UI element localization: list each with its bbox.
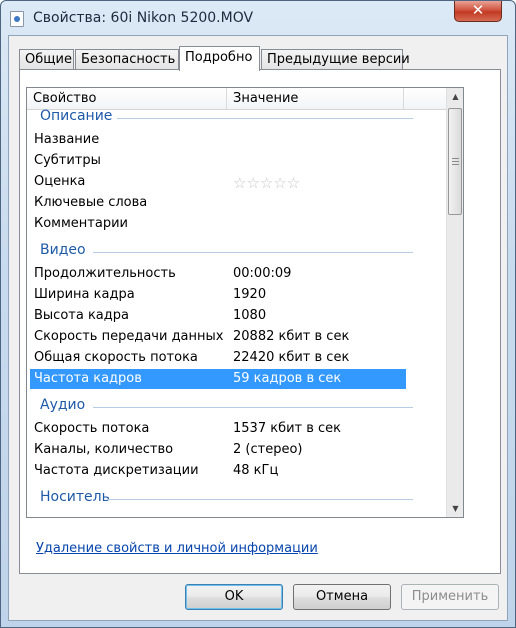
property-name: Скорость потока [34, 421, 150, 436]
column-header-property[interactable]: Свойство [27, 88, 227, 109]
property-value: 1920 [233, 287, 267, 302]
scroll-thumb[interactable] [448, 108, 462, 215]
list-item[interactable]: Ширина кадра 1920 [30, 285, 406, 305]
apply-button[interactable]: Применить [401, 584, 499, 610]
property-name: Оценка [34, 174, 86, 189]
list-item[interactable]: Название [30, 130, 406, 150]
remove-properties-link[interactable]: Удаление свойств и личной информации [36, 541, 318, 556]
list-header: Свойство Значение [27, 88, 446, 110]
property-name: Ключевые слова [34, 195, 148, 210]
grip-line [452, 161, 459, 162]
property-list[interactable]: Свойство Значение Описание Название Субт… [26, 87, 464, 518]
group-header-media: Носитель [40, 489, 110, 505]
list-item[interactable]: Ключевые слова [30, 193, 406, 213]
property-value: 1537 кбит в сек [233, 421, 342, 436]
grip-line [452, 164, 459, 165]
property-name: Комментарии [34, 216, 128, 231]
property-value: 00:00:09 [233, 266, 292, 281]
scroll-up-arrow-icon[interactable]: ▲ [447, 88, 463, 105]
property-name: Частота кадров [34, 371, 142, 386]
tab-security[interactable]: Безопасность [75, 49, 179, 70]
list-item[interactable]: Продолжительность 00:00:09 [30, 264, 406, 284]
tab-previous-versions[interactable]: Предыдущие версии [261, 49, 410, 70]
file-icon [10, 11, 24, 27]
list-item[interactable]: Высота кадра 1080 [30, 306, 406, 326]
list-item-selected[interactable]: Частота кадров 59 кадров в сек [30, 369, 406, 389]
group-divider [93, 252, 413, 253]
group-header-audio: Аудио [40, 397, 86, 413]
close-button[interactable]: ✕ [454, 1, 502, 22]
title-bar[interactable]: Свойства: 60i Nikon 5200.MOV ✕ [1, 1, 515, 35]
scroll-down-arrow-icon[interactable]: ▼ [447, 500, 463, 517]
list-item[interactable]: Общая скорость потока 22420 кбит в сек [30, 348, 406, 368]
dialog-client-area: Общие Безопасность Подробно Предыдущие в… [8, 35, 508, 621]
list-item[interactable]: Каналы, количество 2 (стерео) [30, 440, 406, 460]
property-value: 1080 [233, 308, 267, 323]
window-title: Свойства: 60i Nikon 5200.MOV [33, 10, 254, 26]
rating-stars-icon[interactable]: ☆☆☆☆☆ [233, 173, 300, 193]
group-header-description: Описание [40, 108, 113, 124]
list-item[interactable]: Скорость передачи данных 20882 кбит в се… [30, 327, 406, 347]
grip-line [452, 158, 459, 159]
vertical-scrollbar[interactable]: ▲ ▼ [446, 88, 463, 517]
property-value: 59 кадров в сек [233, 371, 342, 386]
property-name: Скорость передачи данных [34, 329, 224, 344]
property-name: Каналы, количество [34, 442, 174, 457]
ok-button[interactable]: OK [185, 584, 283, 610]
group-divider [117, 118, 413, 119]
property-name: Название [34, 132, 100, 147]
group-header-video: Видео [40, 242, 86, 258]
property-name: Продолжительность [34, 266, 176, 281]
tab-details[interactable]: Подробно [179, 46, 260, 71]
property-name: Ширина кадра [34, 287, 135, 302]
property-name: Общая скорость потока [34, 350, 198, 365]
property-name: Высота кадра [34, 308, 129, 323]
list-item[interactable]: Частота дискретизации 48 кГц [30, 461, 406, 481]
property-name: Субтитры [34, 153, 101, 168]
list-item[interactable]: Комментарии [30, 214, 406, 234]
list-item[interactable]: Оценка ☆☆☆☆☆ [30, 172, 406, 192]
property-value: 20882 кбит в сек [233, 329, 350, 344]
group-divider [93, 407, 413, 408]
list-item[interactable]: Скорость потока 1537 кбит в сек [30, 419, 406, 439]
list-item[interactable]: Субтитры [30, 151, 406, 171]
property-name: Частота дискретизации [34, 463, 199, 478]
property-value: 48 кГц [233, 463, 279, 478]
property-value: 22420 кбит в сек [233, 350, 350, 365]
tab-general[interactable]: Общие [19, 49, 74, 70]
property-value: 2 (стерео) [233, 442, 303, 457]
group-divider [107, 499, 413, 500]
cancel-button[interactable]: Отмена [293, 584, 391, 610]
properties-window: Свойства: 60i Nikon 5200.MOV ✕ Общие Без… [0, 0, 516, 628]
column-header-value[interactable]: Значение [227, 88, 404, 109]
